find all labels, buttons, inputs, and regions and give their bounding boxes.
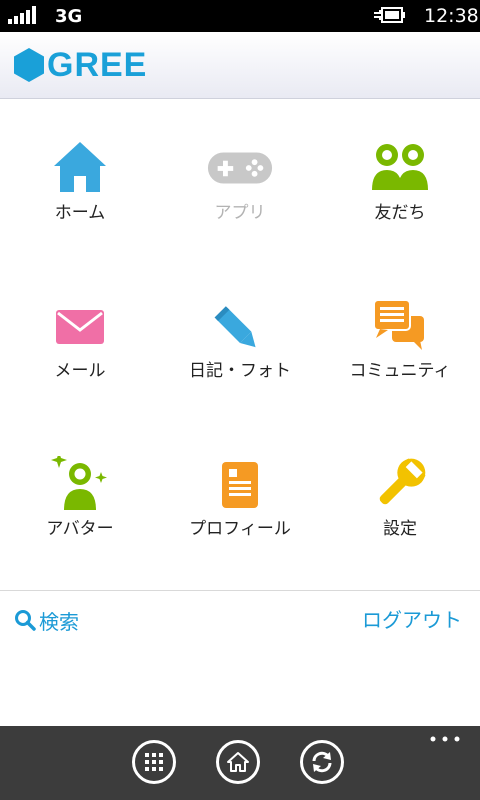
house-icon	[54, 142, 106, 192]
menu-label: メール	[54, 361, 106, 381]
search-label: 検索	[39, 609, 79, 634]
menu-home[interactable]: ホーム	[0, 140, 160, 250]
network-type: 3G	[55, 6, 83, 27]
menu-label: アバター	[46, 519, 114, 539]
menu-diary[interactable]: 日記・フォト	[160, 298, 320, 408]
avatar-sparkle-icon	[51, 456, 107, 510]
gree-logo[interactable]: GREE	[14, 48, 147, 82]
menu-mail[interactable]: メール	[0, 298, 160, 408]
more-options-icon[interactable]	[428, 734, 464, 744]
menu-label: アプリ	[214, 203, 266, 223]
grid-button[interactable]	[132, 740, 176, 784]
friends-icon	[372, 144, 428, 190]
menu-label: 設定	[383, 519, 417, 539]
hexagon-logo-icon	[14, 48, 44, 82]
menu-label: 友だち	[374, 203, 426, 223]
grid-icon	[145, 753, 163, 771]
menu-label: コミュニティ	[349, 361, 451, 381]
gamepad-icon	[207, 152, 273, 184]
status-bar: 3G 12:38	[0, 0, 480, 32]
search-link[interactable]: 検索	[14, 606, 79, 634]
search-icon	[15, 610, 36, 631]
home-icon	[227, 752, 249, 772]
menu-label: 日記・フォト	[189, 361, 291, 381]
profile-card-icon	[222, 462, 258, 508]
menu-community[interactable]: コミュニティ	[320, 298, 480, 408]
chat-bubbles-icon	[373, 299, 424, 350]
menu-avatar[interactable]: アバター	[0, 456, 160, 566]
pencil-icon	[214, 306, 256, 348]
menu-apps[interactable]: アプリ	[160, 140, 320, 250]
menu-label: ホーム	[54, 203, 106, 223]
menu-friends[interactable]: 友だち	[320, 140, 480, 250]
envelope-icon	[56, 310, 104, 344]
app-header: GREE	[0, 32, 480, 99]
menu-settings[interactable]: 設定	[320, 456, 480, 566]
wrench-icon	[379, 458, 426, 505]
app-bar	[0, 726, 480, 800]
menu-profile[interactable]: プロフィール	[160, 456, 320, 566]
menu-label: プロフィール	[189, 519, 291, 539]
logo-text: GREE	[47, 46, 148, 84]
logout-link[interactable]: ログアウト	[362, 606, 462, 634]
clock: 12:38	[424, 5, 479, 27]
refresh-icon	[312, 751, 332, 773]
home-button[interactable]	[216, 740, 260, 784]
refresh-button[interactable]	[300, 740, 344, 784]
battery-charging-icon	[374, 7, 405, 23]
divider	[0, 590, 480, 591]
signal-strength-icon	[8, 6, 36, 24]
